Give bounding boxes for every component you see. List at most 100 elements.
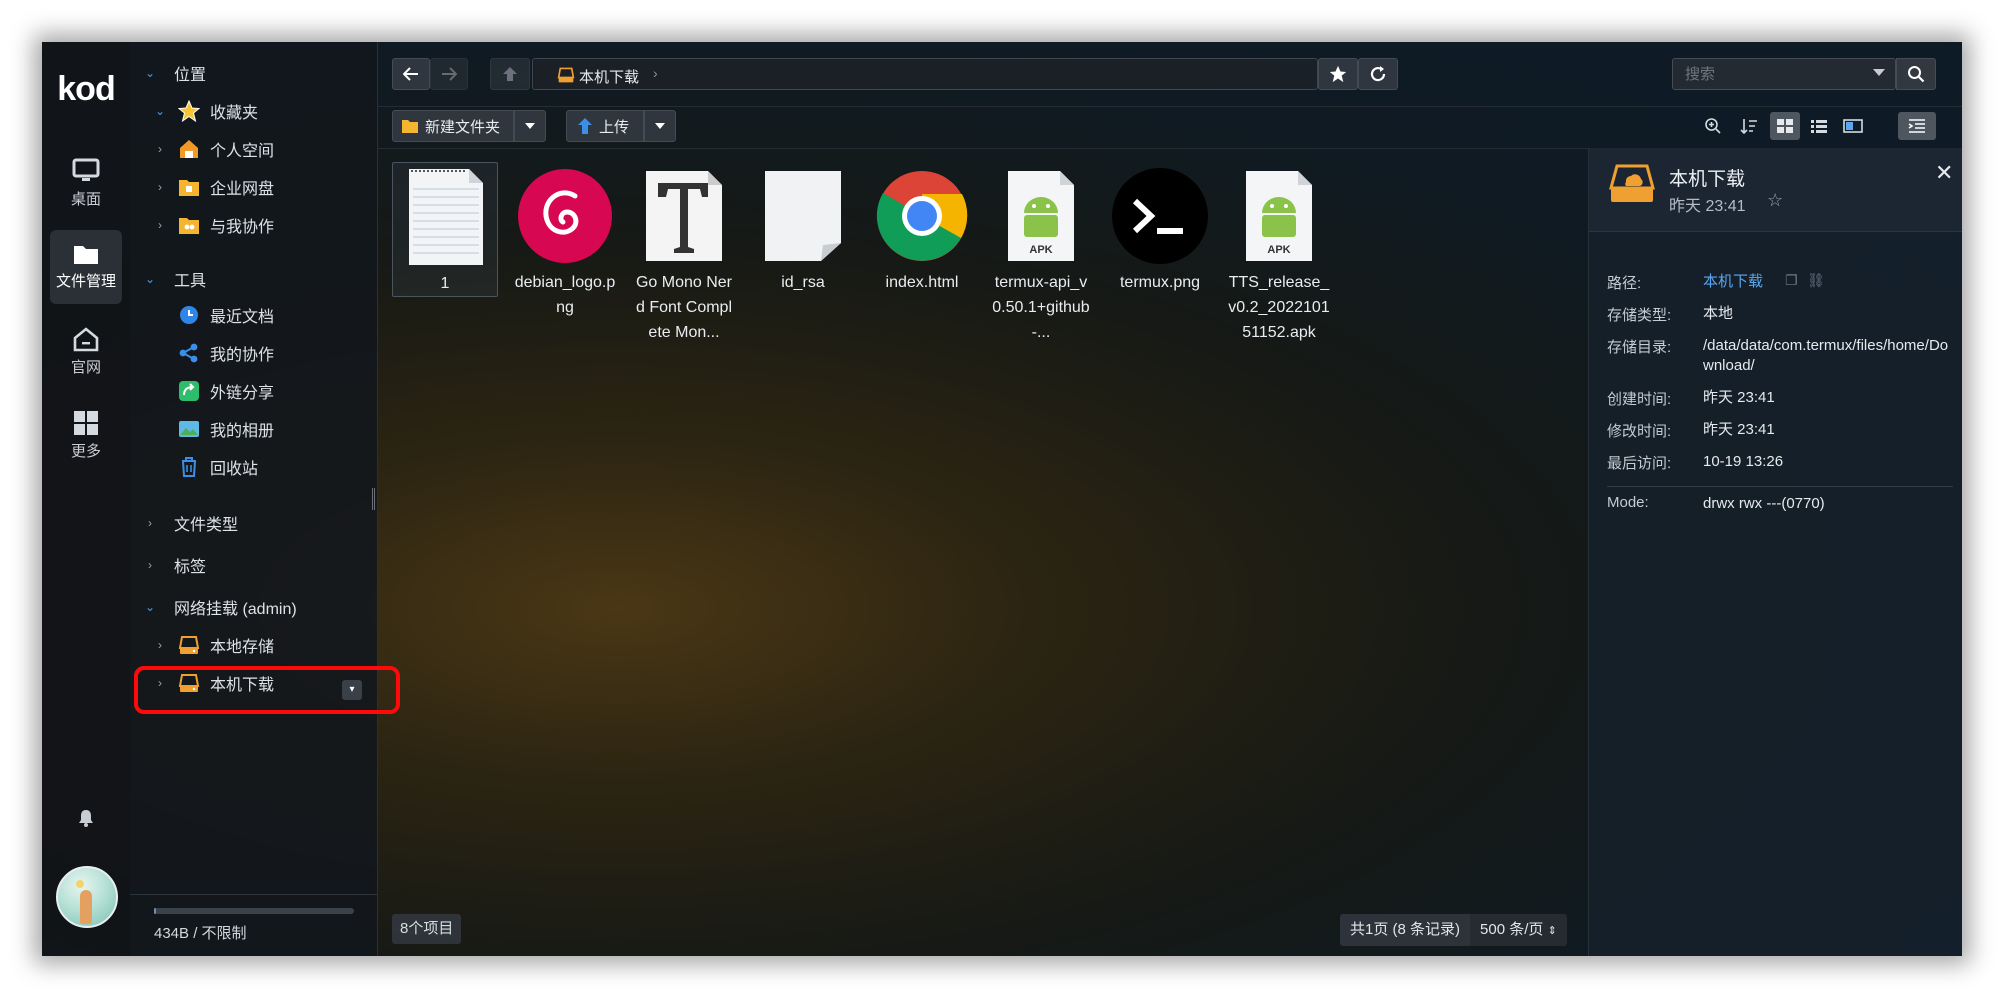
- list-view-button[interactable]: [1804, 112, 1834, 140]
- panel-divider: [1607, 486, 1953, 487]
- tree-share-links[interactable]: 外链分享: [130, 376, 378, 406]
- search-box[interactable]: [1672, 58, 1896, 90]
- prop-mode-value: drwx rwx ---(0770): [1703, 495, 1825, 512]
- clock-icon: [180, 306, 198, 324]
- chevron-right-icon[interactable]: ›: [154, 218, 166, 232]
- sort-button[interactable]: [1734, 112, 1764, 140]
- tree-location[interactable]: ⌄ 位置: [130, 58, 378, 88]
- favorite-button[interactable]: [1318, 58, 1358, 90]
- chevron-down-icon[interactable]: ⌄: [154, 104, 166, 118]
- close-icon[interactable]: ✕: [1935, 160, 1953, 186]
- tree-sidebar: ⌄ 位置 ⌄ 收藏夹 › 个人空间 › 企业网盘 › 与我协作 ⌄ 工具 最近文…: [130, 42, 378, 956]
- back-button[interactable]: [392, 58, 430, 90]
- prop-accessed-label: 最后访问:: [1607, 455, 1672, 472]
- avatar[interactable]: [56, 866, 118, 928]
- file-item[interactable]: APK TTS_release_v0.2_202210151152.apk: [1226, 162, 1332, 345]
- prop-created-label: 创建时间:: [1607, 391, 1672, 408]
- app-window: kod 桌面 文件管理 官网 更多 ⌄ 位置 ⌄ 收藏夹 › 个人空间 › 企业…: [42, 42, 1962, 956]
- search-button[interactable]: [1896, 58, 1936, 90]
- star-icon: [178, 100, 200, 122]
- tree-shared[interactable]: › 与我协作: [130, 210, 378, 240]
- caret-down-icon: [525, 123, 535, 129]
- tree-recent-label: 最近文档: [210, 309, 275, 326]
- rail-more[interactable]: 更多: [50, 398, 122, 472]
- apk-file-icon: APK: [988, 162, 1094, 270]
- bell-icon[interactable]: [76, 808, 96, 828]
- new-folder-button[interactable]: 新建文件夹: [392, 110, 514, 142]
- tree-mount[interactable]: ⌄ 网络挂载 (admin): [130, 592, 378, 622]
- file-name: Go Mono Nerd Font Complete Mon...: [635, 274, 733, 341]
- tree-personal[interactable]: › 个人空间: [130, 134, 378, 164]
- tree-favorites[interactable]: ⌄ 收藏夹: [130, 96, 378, 126]
- chevron-right-icon[interactable]: ›: [144, 516, 156, 530]
- chevron-right-icon[interactable]: ›: [154, 142, 166, 156]
- chevron-down-icon[interactable]: ⌄: [144, 272, 156, 286]
- new-folder-dropdown[interactable]: [514, 110, 546, 142]
- chevron-down-icon[interactable]: ⌄: [144, 600, 156, 614]
- tree-tags-label: 标签: [174, 559, 207, 576]
- tree-collab[interactable]: 我的协作: [130, 338, 378, 368]
- breadcrumb[interactable]: 本机下载: [579, 66, 639, 87]
- file-item[interactable]: index.html: [869, 162, 975, 295]
- tree-recycle-label: 回收站: [210, 461, 259, 478]
- sidebar-resize-handle[interactable]: [372, 488, 375, 510]
- home-icon: [73, 327, 99, 352]
- rail-website[interactable]: 官网: [50, 314, 122, 388]
- list-view-icon: [1811, 120, 1827, 133]
- monitor-icon: [72, 158, 100, 181]
- split-view-button[interactable]: [1838, 112, 1868, 140]
- tree-enterprise-label: 企业网盘: [210, 181, 275, 198]
- file-name: TTS_release_v0.2_202210151152.apk: [1228, 274, 1330, 341]
- tree-filetype[interactable]: › 文件类型: [130, 508, 378, 538]
- file-item[interactable]: 1: [392, 162, 498, 297]
- forward-button[interactable]: [430, 58, 468, 90]
- prop-storage-dir-value: /data/data/com.termux/files/home/Downloa…: [1703, 337, 1949, 374]
- tree-recent[interactable]: 最近文档: [130, 300, 378, 330]
- rail-desktop-label: 桌面: [70, 191, 101, 208]
- file-item[interactable]: Go Mono Nerd Font Complete Mon...: [631, 162, 737, 345]
- tree-local-storage[interactable]: › 本地存储: [130, 630, 378, 660]
- rail-desktop[interactable]: 桌面: [50, 146, 122, 220]
- tree-album[interactable]: 我的相册: [130, 414, 378, 444]
- chevron-down-icon[interactable]: ⌄: [144, 66, 156, 80]
- prop-path-value[interactable]: 本机下载: [1703, 272, 1763, 292]
- rail-file-manager[interactable]: 文件管理: [50, 230, 122, 304]
- zoom-button[interactable]: [1698, 112, 1728, 140]
- tree-item-menu-button[interactable]: ▾: [342, 680, 362, 700]
- tree-mount-label: 网络挂载 (admin): [174, 601, 297, 618]
- drive-icon: [178, 636, 200, 654]
- tree-tools[interactable]: ⌄ 工具: [130, 264, 378, 294]
- path-bar[interactable]: 本机下载 ›: [532, 58, 1318, 90]
- arrow-left-icon: [403, 67, 418, 81]
- tree-recycle[interactable]: 回收站: [130, 452, 378, 482]
- link-icon[interactable]: ⛓: [1807, 272, 1825, 289]
- tree-enterprise[interactable]: › 企业网盘: [130, 172, 378, 202]
- toggle-info-panel-button[interactable]: [1898, 112, 1936, 140]
- tree-share-links-label: 外链分享: [210, 385, 275, 402]
- arrow-up-icon: [503, 67, 517, 81]
- up-level-button[interactable]: [490, 58, 530, 90]
- file-item[interactable]: debian_logo.png: [512, 162, 618, 320]
- chevron-right-icon[interactable]: ›: [144, 558, 156, 572]
- chevron-right-icon[interactable]: ›: [154, 180, 166, 194]
- chevron-right-icon[interactable]: ›: [154, 638, 166, 652]
- upload-button[interactable]: 上传: [566, 110, 644, 142]
- tree-shared-label: 与我协作: [210, 219, 275, 236]
- per-page-select[interactable]: 500 条/页 ⇕: [1470, 914, 1567, 946]
- icon-view-button[interactable]: [1770, 112, 1800, 140]
- star-outline-icon[interactable]: ☆: [1767, 190, 1783, 211]
- grid-view-icon: [1777, 119, 1793, 133]
- tree-tags[interactable]: › 标签: [130, 550, 378, 580]
- upload-dropdown[interactable]: [644, 110, 676, 142]
- refresh-button[interactable]: [1358, 58, 1398, 90]
- search-input[interactable]: [1673, 59, 1853, 89]
- file-item[interactable]: id_rsa: [750, 162, 856, 295]
- file-item[interactable]: termux.png: [1107, 162, 1213, 295]
- chevron-down-icon[interactable]: [1873, 69, 1885, 76]
- copy-icon[interactable]: ❐: [1785, 272, 1798, 289]
- file-name: termux-api_v0.50.1+github-...: [992, 274, 1090, 341]
- file-item[interactable]: APK termux-api_v0.50.1+github-...: [988, 162, 1094, 345]
- file-name: index.html: [885, 274, 959, 291]
- kod-logo[interactable]: kod: [50, 70, 122, 109]
- shared-folder-icon: [179, 218, 199, 234]
